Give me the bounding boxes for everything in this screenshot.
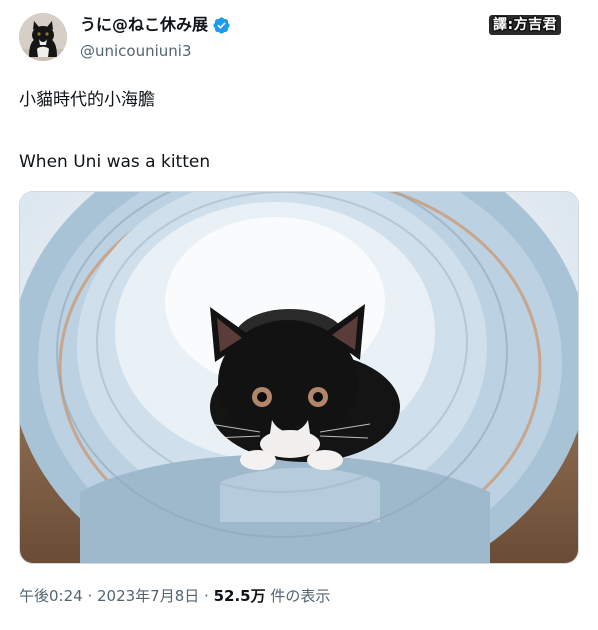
author-display-name[interactable]: うに@ねこ休み展 <box>80 13 231 37</box>
tweet-text-line-1: 小貓時代的小海膽 <box>19 90 155 110</box>
author-handle[interactable]: @unicouniuni3 <box>80 41 192 61</box>
views-label: 件の表示 <box>265 587 331 605</box>
views-count: 52.5万 <box>213 587 266 605</box>
tweet-photo[interactable] <box>19 191 579 564</box>
kitten-in-tunnel-image <box>20 192 578 563</box>
author-name-text: うに@ねこ休み展 <box>80 15 209 34</box>
verified-badge-icon <box>213 16 230 34</box>
meta-separator-2: · <box>199 587 214 605</box>
tweet-text-line-2: When Uni was a kitten <box>19 152 211 172</box>
tweet-date[interactable]: 2023年7月8日 <box>97 587 199 605</box>
translator-badge: 譯:方吉君 <box>489 15 562 35</box>
tweet-time[interactable]: 午後0:24 <box>19 587 83 605</box>
meta-separator: · <box>82 587 97 605</box>
tweet-meta: 午後0:24 · 2023年7月8日 · 52.5万 件の表示 <box>19 585 330 607</box>
avatar[interactable] <box>19 13 67 61</box>
cat-avatar-image <box>19 13 67 61</box>
